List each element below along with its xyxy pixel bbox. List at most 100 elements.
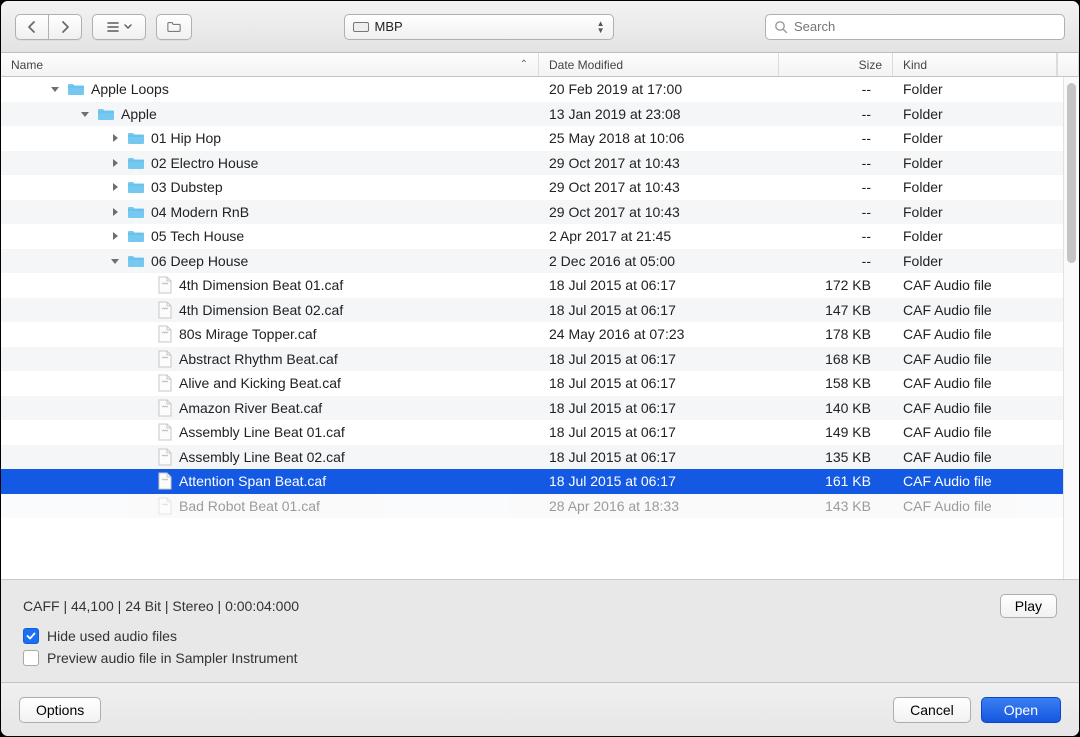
item-date: 25 May 2018 at 10:06 [539,130,779,146]
checkmark-icon [26,631,36,641]
item-name: 05 Tech House [151,228,244,244]
item-kind: CAF Audio file [893,498,1063,514]
disclosure-closed-icon[interactable] [109,230,121,242]
folder-icon [127,229,145,243]
item-name: Assembly Line Beat 01.caf [179,424,345,440]
item-date: 18 Jul 2015 at 06:17 [539,400,779,416]
item-kind: Folder [893,130,1063,146]
forward-button[interactable] [49,14,82,40]
folder-row[interactable]: 02 Electro House29 Oct 2017 at 10:43--Fo… [1,151,1063,176]
updown-icon: ▲▼ [597,20,605,34]
folder-row[interactable]: 05 Tech House2 Apr 2017 at 21:45--Folder [1,224,1063,249]
open-dialog: MBP ▲▼ Name ⌃ Date Modified Size Kind Ap… [0,0,1080,737]
item-kind: CAF Audio file [893,400,1063,416]
item-date: 13 Jan 2019 at 23:08 [539,106,779,122]
item-name: Alive and Kicking Beat.caf [179,375,341,391]
audio-file-icon [157,276,173,294]
item-size: -- [779,155,893,171]
location-dropdown[interactable]: MBP ▲▼ [344,14,614,40]
folder-outline-icon [167,20,181,34]
view-mode-button[interactable] [92,14,146,40]
file-row[interactable]: Assembly Line Beat 02.caf18 Jul 2015 at … [1,445,1063,470]
back-button[interactable] [15,14,49,40]
cancel-button[interactable]: Cancel [893,697,971,723]
item-size: 168 KB [779,351,893,367]
hide-used-row[interactable]: Hide used audio files [23,628,1057,644]
file-row[interactable]: Attention Span Beat.caf18 Jul 2015 at 06… [1,469,1063,494]
file-row[interactable]: 4th Dimension Beat 02.caf18 Jul 2015 at … [1,298,1063,323]
list-icon [106,20,120,34]
item-date: 20 Feb 2019 at 17:00 [539,81,779,97]
folder-row[interactable]: 04 Modern RnB29 Oct 2017 at 10:43--Folde… [1,200,1063,225]
item-kind: CAF Audio file [893,449,1063,465]
search-input[interactable] [794,19,1056,34]
item-date: 28 Apr 2016 at 18:33 [539,498,779,514]
item-size: 135 KB [779,449,893,465]
item-size: -- [779,253,893,269]
preview-row[interactable]: Preview audio file in Sampler Instrument [23,650,1057,666]
options-button[interactable]: Options [19,697,101,723]
folder-row[interactable]: Apple Loops20 Feb 2019 at 17:00--Folder [1,77,1063,102]
disclosure-open-icon[interactable] [79,108,91,120]
disclosure-open-icon[interactable] [49,83,61,95]
file-row[interactable]: 4th Dimension Beat 01.caf 18 Jul 2015 at … [1,273,1063,298]
disclosure-open-icon[interactable] [109,255,121,267]
item-date: 2 Apr 2017 at 21:45 [539,228,779,244]
item-name: Bad Robot Beat 01.caf [179,498,320,514]
item-size: -- [779,81,893,97]
item-name: 01 Hip Hop [151,130,221,146]
item-date: 18 Jul 2015 at 06:17 [539,424,779,440]
audio-file-icon [157,448,173,466]
folder-icon [97,107,115,121]
column-kind[interactable]: Kind [893,53,1057,76]
item-kind: CAF Audio file [893,424,1063,440]
file-row[interactable]: Abstract Rhythm Beat.caf18 Jul 2015 at 0… [1,347,1063,372]
item-date: 18 Jul 2015 at 06:17 [539,277,779,293]
disclosure-closed-icon[interactable] [109,157,121,169]
file-row[interactable]: Alive and Kicking Beat.caf18 Jul 2015 at… [1,371,1063,396]
preview-label: Preview audio file in Sampler Instrument [47,650,298,666]
hide-used-checkbox[interactable] [23,628,39,644]
open-button[interactable]: Open [981,697,1061,723]
item-size: 172 KB [779,277,893,293]
item-date: 18 Jul 2015 at 06:17 [539,302,779,318]
disk-icon [353,22,369,32]
item-size: 149 KB [779,424,893,440]
disclosure-closed-icon[interactable] [109,181,121,193]
folder-icon [67,82,85,96]
vertical-scrollbar[interactable] [1063,77,1079,579]
preview-checkbox[interactable] [23,650,39,666]
file-row[interactable]: Bad Robot Beat 01.caf 28 Apr 2016 at 18:3… [1,494,1063,519]
item-date: 18 Jul 2015 at 06:17 [539,351,779,367]
disclosure-closed-icon[interactable] [109,206,121,218]
column-name[interactable]: Name ⌃ [1,53,539,76]
item-name: Apple [121,106,157,122]
file-row[interactable]: Assembly Line Beat 01.caf 18 Jul 2015 at … [1,420,1063,445]
folder-row[interactable]: 01 Hip Hop 25 May 2018 at 10:06--Folder [1,126,1063,151]
chevron-down-icon [124,24,132,30]
play-button[interactable]: Play [1000,594,1057,618]
location-label: MBP [375,19,403,34]
column-date[interactable]: Date Modified [539,53,779,76]
search-icon [774,20,788,34]
item-kind: CAF Audio file [893,326,1063,342]
scroll-thumb[interactable] [1067,83,1076,263]
file-row[interactable]: 80s Mirage Topper.caf24 May 2016 at 07:2… [1,322,1063,347]
folder-icon [127,156,145,170]
grouping-button[interactable] [156,14,192,40]
item-kind: CAF Audio file [893,277,1063,293]
item-kind: Folder [893,155,1063,171]
item-name: 04 Modern RnB [151,204,249,220]
file-row[interactable]: Amazon River Beat.caf18 Jul 2015 at 06:1… [1,396,1063,421]
folder-row[interactable]: 06 Deep House2 Dec 2016 at 05:00--Folder [1,249,1063,274]
dialog-footer: Options Cancel Open [1,682,1079,736]
search-field[interactable] [765,14,1065,40]
item-kind: Folder [893,253,1063,269]
audio-info-text: CAFF | 44,100 | 24 Bit | Stereo | 0:00:0… [23,598,299,614]
disclosure-closed-icon[interactable] [109,132,121,144]
item-name: 4th Dimension Beat 01.caf [179,277,343,293]
folder-row[interactable]: Apple13 Jan 2019 at 23:08--Folder [1,102,1063,127]
item-size: -- [779,130,893,146]
column-size[interactable]: Size [779,53,893,76]
folder-row[interactable]: 03 Dubstep29 Oct 2017 at 10:43--Folder [1,175,1063,200]
